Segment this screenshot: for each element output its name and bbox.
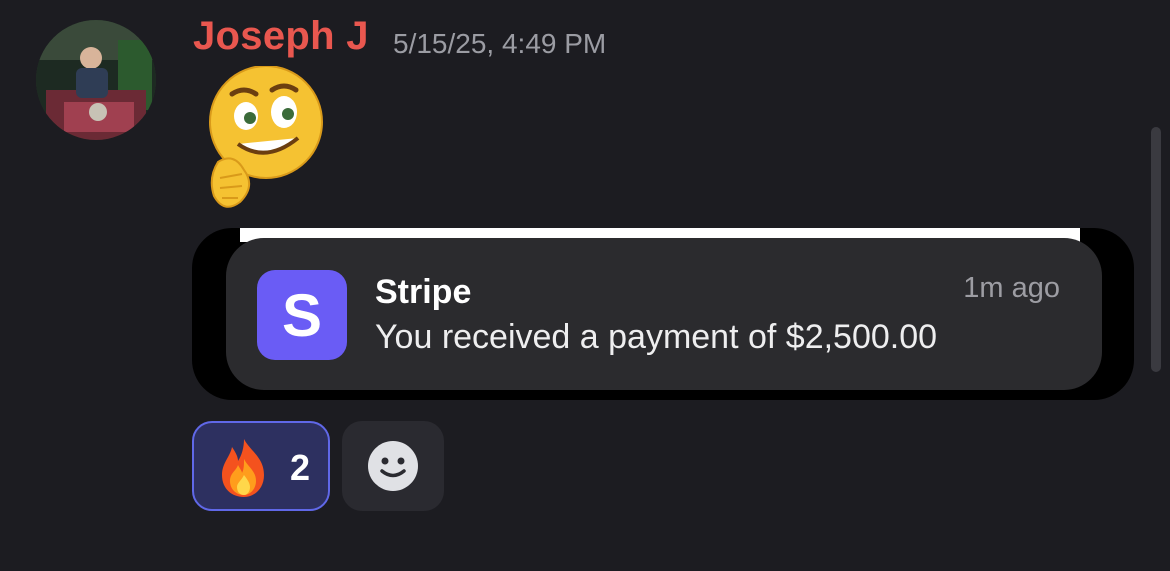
scrollbar[interactable]: [1151, 127, 1161, 372]
notification-body: You received a payment of $2,500.00: [375, 318, 938, 356]
author-name[interactable]: Joseph J: [193, 14, 369, 59]
add-reaction-button[interactable]: [342, 421, 444, 511]
notification-image[interactable]: S Stripe 1m ago You received a payment o…: [192, 228, 1134, 400]
stripe-notification: S Stripe 1m ago You received a payment o…: [226, 238, 1102, 390]
avatar[interactable]: [36, 20, 156, 140]
message-timestamp: 5/15/25, 4:49 PM: [393, 28, 607, 59]
reaction-count: 2: [290, 447, 311, 488]
stripe-app-icon: S: [257, 270, 347, 360]
fire-icon: [222, 439, 264, 497]
reaction-fire[interactable]: 2: [192, 421, 330, 511]
smiley-icon: [368, 441, 418, 491]
thinking-face-emoji: [204, 65, 328, 216]
notification-time: 1m ago: [963, 272, 1060, 304]
notification-app-name: Stripe: [375, 273, 472, 311]
